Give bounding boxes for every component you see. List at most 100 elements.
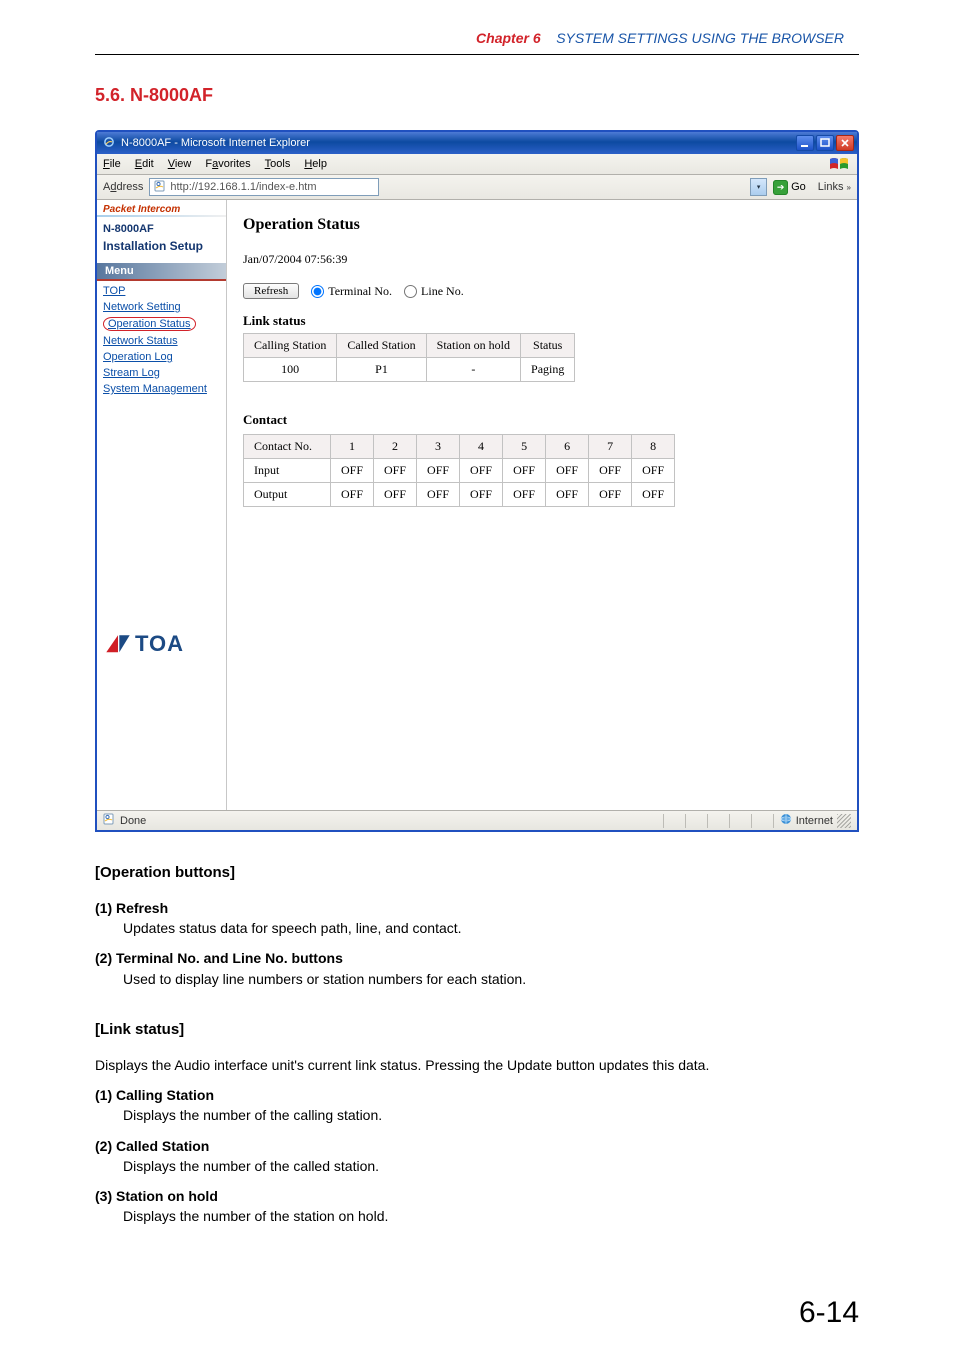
opb2-title: (2) Terminal No. and Line No. buttons — [95, 948, 859, 968]
link-head-status: Status — [521, 334, 575, 358]
link-cell-status: Paging — [521, 358, 575, 382]
menu-file[interactable]: File — [103, 158, 121, 170]
ls3-title: (3) Station on hold — [95, 1186, 859, 1206]
minimize-button[interactable] — [796, 135, 814, 151]
address-dropdown[interactable]: ▾ — [750, 178, 767, 196]
linkstatus-heading: [Link status] — [95, 1019, 859, 1041]
ls3-body: Displays the number of the station on ho… — [95, 1206, 859, 1226]
contact-head-6: 6 — [546, 435, 589, 459]
menu-favorites[interactable]: Favorites — [205, 158, 250, 170]
sidebar-item-system-management[interactable]: System Management — [103, 383, 207, 395]
window-titlebar: N-8000AF - Microsoft Internet Explorer — [97, 132, 857, 154]
browser-window: N-8000AF - Microsoft Internet Explorer F… — [95, 130, 859, 832]
address-input[interactable]: http://192.168.1.1/index-e.htm — [149, 178, 379, 196]
content-pane: Operation Status Jan/07/2004 07:56:39 Re… — [227, 200, 857, 810]
status-bar: Done Internet — [97, 810, 857, 830]
resize-grip-icon — [837, 814, 851, 828]
sidebar: Packet Intercom N-8000AF Installation Se… — [97, 200, 227, 810]
done-icon — [103, 813, 115, 828]
ie-icon — [103, 136, 115, 151]
page-number: 6-14 — [799, 1296, 859, 1330]
contact-head-7: 7 — [589, 435, 632, 459]
maximize-button[interactable] — [816, 135, 834, 151]
menu-edit[interactable]: Edit — [135, 158, 154, 170]
brand-label: Packet Intercom — [97, 200, 226, 215]
sidebar-item-operation-log[interactable]: Operation Log — [103, 351, 173, 363]
toa-text: TOA — [135, 631, 184, 657]
opbuttons-heading: [Operation buttons] — [95, 862, 859, 884]
link-head-hold: Station on hold — [426, 334, 520, 358]
chapter-heading: Chapter 6 SYSTEM SETTINGS USING THE BROW… — [0, 0, 954, 54]
address-label: Address — [103, 181, 143, 193]
contact-head-5: 5 — [503, 435, 546, 459]
link-status-table: Calling Station Called Station Station o… — [243, 333, 575, 382]
ls2-body: Displays the number of the called statio… — [95, 1156, 859, 1176]
menu-header: Menu — [97, 263, 226, 281]
menu-help[interactable]: Help — [304, 158, 327, 170]
contact-table: Contact No. 1 2 3 4 5 6 7 8 Input — [243, 434, 675, 507]
status-done: Done — [120, 815, 146, 827]
status-zone: Internet — [773, 814, 833, 828]
radio-line-input[interactable] — [404, 285, 417, 298]
contact-title: Contact — [243, 412, 841, 428]
link-head-called: Called Station — [337, 334, 426, 358]
menu-tools[interactable]: Tools — [265, 158, 291, 170]
page-title: Operation Status — [243, 216, 841, 234]
sidebar-item-top[interactable]: TOP — [103, 285, 125, 297]
address-bar: Address http://192.168.1.1/index-e.htm ▾… — [97, 175, 857, 200]
contact-row-output: Output OFF OFF OFF OFF OFF OFF OFF OFF — [244, 483, 675, 507]
url-text: http://192.168.1.1/index-e.htm — [170, 181, 316, 193]
status-boxes — [663, 814, 773, 828]
page-icon — [154, 180, 166, 195]
timestamp: Jan/07/2004 07:56:39 — [243, 252, 841, 267]
close-button[interactable] — [836, 135, 854, 151]
opb2-body: Used to display line numbers or station … — [95, 969, 859, 989]
setup-label: Installation Setup — [97, 237, 226, 263]
chapter-title: SYSTEM SETTINGS USING THE BROWSER — [556, 30, 844, 46]
menu-view[interactable]: View — [168, 158, 192, 170]
link-head-calling: Calling Station — [244, 334, 337, 358]
radio-terminal-no[interactable]: Terminal No. — [311, 284, 392, 299]
sidebar-item-network-status[interactable]: Network Status — [103, 335, 178, 347]
links-button[interactable]: Links » — [818, 181, 851, 193]
link-cell-calling: 100 — [244, 358, 337, 382]
ls2-title: (2) Called Station — [95, 1136, 859, 1156]
linkstatus-intro: Displays the Audio interface unit's curr… — [95, 1055, 859, 1075]
radio-line-no[interactable]: Line No. — [404, 284, 464, 299]
contact-row-input: Input OFF OFF OFF OFF OFF OFF OFF OFF — [244, 459, 675, 483]
header-rule — [95, 54, 859, 55]
contact-head-3: 3 — [417, 435, 460, 459]
sidebar-item-operation-status-highlight: Operation Status — [103, 317, 196, 331]
go-button[interactable]: ➔ Go — [773, 180, 806, 195]
radio-terminal-label: Terminal No. — [328, 284, 392, 299]
chapter-label: Chapter 6 — [476, 30, 541, 46]
opb1-title: (1) Refresh — [95, 898, 859, 918]
contact-head-1: 1 — [331, 435, 374, 459]
brand-stripe — [97, 215, 226, 217]
go-icon: ➔ — [773, 180, 788, 195]
go-label: Go — [791, 181, 806, 193]
toa-logo: TOA — [105, 631, 226, 657]
contact-head-4: 4 — [460, 435, 503, 459]
link-status-title: Link status — [243, 313, 841, 329]
contact-head-2: 2 — [374, 435, 417, 459]
section-heading: 5.6. N-8000AF — [95, 85, 954, 106]
ls1-title: (1) Calling Station — [95, 1085, 859, 1105]
model-label: N-8000AF — [97, 221, 226, 237]
opb1-body: Updates status data for speech path, lin… — [95, 918, 859, 938]
article-text: [Operation buttons] (1) Refresh Updates … — [95, 862, 859, 1227]
refresh-button[interactable]: Refresh — [243, 283, 299, 299]
link-cell-called: P1 — [337, 358, 426, 382]
sidebar-item-stream-log[interactable]: Stream Log — [103, 367, 160, 379]
internet-zone-icon — [780, 813, 792, 828]
radio-terminal-input[interactable] — [311, 285, 324, 298]
status-zone-text: Internet — [796, 815, 833, 827]
windows-flag-icon — [829, 156, 851, 172]
sidebar-item-operation-status[interactable]: Operation Status — [108, 318, 191, 330]
radio-line-label: Line No. — [421, 284, 464, 299]
window-title: N-8000AF - Microsoft Internet Explorer — [121, 137, 310, 149]
contact-head-0: Contact No. — [244, 435, 331, 459]
ls1-body: Displays the number of the calling stati… — [95, 1105, 859, 1125]
menubar: File Edit View Favorites Tools Help — [97, 154, 857, 175]
sidebar-item-network-setting[interactable]: Network Setting — [103, 301, 181, 313]
